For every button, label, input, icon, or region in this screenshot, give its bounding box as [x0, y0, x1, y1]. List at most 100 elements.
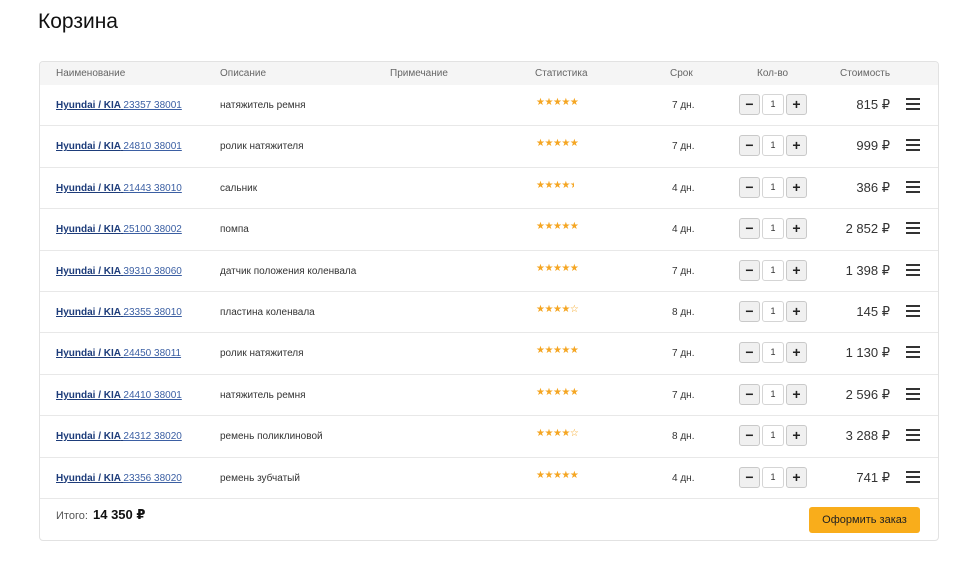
- plus-icon[interactable]: +: [786, 218, 807, 240]
- item-article-link[interactable]: 25100 38002: [123, 224, 181, 235]
- minus-icon[interactable]: −: [739, 425, 760, 447]
- hamburger-menu-icon[interactable]: [906, 263, 920, 276]
- star-icon: ★: [569, 386, 579, 398]
- item-brand-link[interactable]: Hyundai / KIA: [56, 100, 121, 111]
- minus-icon[interactable]: −: [739, 94, 760, 115]
- cart-header: Наименование Описание Примечание Статист…: [40, 62, 938, 85]
- item-article-link[interactable]: 24312 38020: [123, 431, 181, 442]
- plus-icon[interactable]: +: [786, 259, 807, 281]
- checkout-button[interactable]: Оформить заказ: [809, 506, 920, 533]
- item-description: ролик натяжителя: [220, 141, 304, 153]
- quantity-stepper: − 1 +: [739, 218, 807, 240]
- minus-icon[interactable]: −: [739, 300, 760, 322]
- item-cost: 3 288 ₽: [845, 428, 890, 444]
- star-icon: ★: [544, 179, 553, 191]
- quantity-input[interactable]: 1: [762, 466, 784, 488]
- item-brand-link[interactable]: Hyundai / KIA: [56, 141, 121, 152]
- minus-icon[interactable]: −: [739, 218, 760, 240]
- item-cost: 2 596 ₽: [845, 386, 890, 402]
- star-icon: ★: [561, 303, 570, 315]
- minus-icon[interactable]: −: [739, 135, 760, 157]
- item-brand-link[interactable]: Hyundai / KIA: [56, 307, 121, 318]
- quantity-input[interactable]: 1: [762, 218, 784, 240]
- quantity-input[interactable]: 1: [762, 135, 784, 157]
- header-note: Примечание: [390, 68, 448, 79]
- item-brand-link[interactable]: Hyundai / KIA: [56, 390, 121, 401]
- quantity-input[interactable]: 1: [762, 176, 784, 198]
- rating-stars: ★★★★★: [536, 179, 579, 191]
- cart-footer: Итого: 14 350 ₽ Оформить заказ: [40, 499, 938, 540]
- page-title: Корзина: [38, 10, 118, 33]
- cart-table: Наименование Описание Примечание Статист…: [39, 61, 939, 541]
- minus-icon[interactable]: −: [739, 259, 760, 281]
- plus-icon[interactable]: +: [786, 425, 807, 447]
- item-cost: 2 852 ₽: [845, 221, 890, 237]
- item-term: 7 дн.: [672, 141, 695, 153]
- item-cost: 741 ₽: [856, 469, 890, 485]
- plus-icon[interactable]: +: [786, 342, 807, 364]
- item-article-link[interactable]: 23355 38010: [123, 307, 181, 318]
- hamburger-menu-icon[interactable]: [906, 346, 920, 359]
- quantity-input[interactable]: 1: [762, 259, 784, 281]
- quantity-input[interactable]: 1: [762, 425, 784, 447]
- plus-icon[interactable]: +: [786, 94, 807, 115]
- item-description: ремень поликлиновой: [220, 431, 323, 443]
- item-brand-link[interactable]: Hyundai / KIA: [56, 348, 121, 359]
- quantity-input[interactable]: 1: [762, 300, 784, 322]
- item-article-link[interactable]: 24410 38001: [123, 390, 181, 401]
- quantity-stepper: − 1 +: [739, 383, 807, 405]
- quantity-stepper: − 1 +: [739, 94, 807, 115]
- hamburger-menu-icon[interactable]: [906, 180, 920, 193]
- item-article-link[interactable]: 24810 38001: [123, 141, 181, 152]
- star-icon: ★: [569, 221, 579, 233]
- rating-stars: ★★★★★: [536, 138, 579, 149]
- quantity-input[interactable]: 1: [762, 383, 784, 405]
- table-row: Hyundai / KIA 21443 38010 сальник ★★★★★ …: [40, 168, 938, 210]
- plus-icon[interactable]: +: [786, 176, 807, 198]
- quantity-input[interactable]: 1: [762, 94, 784, 115]
- minus-icon[interactable]: −: [739, 383, 760, 405]
- hamburger-menu-icon[interactable]: [906, 304, 920, 317]
- plus-icon[interactable]: +: [786, 383, 807, 405]
- item-description: ремень зубчатый: [220, 472, 300, 484]
- minus-icon[interactable]: −: [739, 466, 760, 488]
- item-cost: 1 130 ₽: [845, 345, 890, 361]
- hamburger-menu-icon[interactable]: [906, 387, 920, 400]
- item-name: Hyundai / KIA 39310 38060: [56, 266, 182, 277]
- item-brand-link[interactable]: Hyundai / KIA: [56, 473, 121, 484]
- star-icon: ★: [544, 469, 553, 481]
- star-icon: ★: [561, 386, 570, 398]
- star-icon: ★: [569, 345, 579, 357]
- table-row: Hyundai / KIA 23357 38001 натяжитель рем…: [40, 85, 938, 127]
- hamburger-menu-icon[interactable]: [906, 139, 920, 152]
- item-name: Hyundai / KIA 23356 38020: [56, 473, 182, 484]
- header-stats: Статистика: [535, 68, 588, 79]
- plus-icon[interactable]: +: [786, 300, 807, 322]
- item-article-link[interactable]: 23357 38001: [123, 100, 181, 111]
- item-term: 4 дн.: [672, 224, 695, 236]
- item-brand-link[interactable]: Hyundai / KIA: [56, 183, 121, 194]
- item-article-link[interactable]: 39310 38060: [123, 266, 181, 277]
- hamburger-menu-icon[interactable]: [906, 429, 920, 442]
- table-row: Hyundai / KIA 23356 38020 ремень зубчаты…: [40, 458, 938, 499]
- hamburger-menu-icon[interactable]: [906, 222, 920, 235]
- item-brand-link[interactable]: Hyundai / KIA: [56, 266, 121, 277]
- quantity-input[interactable]: 1: [762, 342, 784, 364]
- hamburger-menu-icon[interactable]: [906, 98, 920, 110]
- plus-icon[interactable]: +: [786, 135, 807, 157]
- minus-icon[interactable]: −: [739, 176, 760, 198]
- plus-icon[interactable]: +: [786, 466, 807, 488]
- rating-stars: ★★★★★: [536, 263, 579, 274]
- item-article-link[interactable]: 24450 38011: [123, 348, 181, 359]
- item-brand-link[interactable]: Hyundai / KIA: [56, 224, 121, 235]
- item-name: Hyundai / KIA 24450 38011: [56, 348, 181, 359]
- minus-icon[interactable]: −: [739, 342, 760, 364]
- hamburger-menu-icon[interactable]: [906, 470, 920, 483]
- item-description: натяжитель ремня: [220, 389, 306, 401]
- item-brand-link[interactable]: Hyundai / KIA: [56, 431, 121, 442]
- table-row: Hyundai / KIA 25100 38002 помпа ★★★★★ 4 …: [40, 209, 938, 251]
- item-article-link[interactable]: 21443 38010: [123, 183, 181, 194]
- item-article-link[interactable]: 23356 38020: [123, 473, 181, 484]
- star-icon: ★: [569, 97, 579, 108]
- quantity-stepper: − 1 +: [739, 300, 807, 322]
